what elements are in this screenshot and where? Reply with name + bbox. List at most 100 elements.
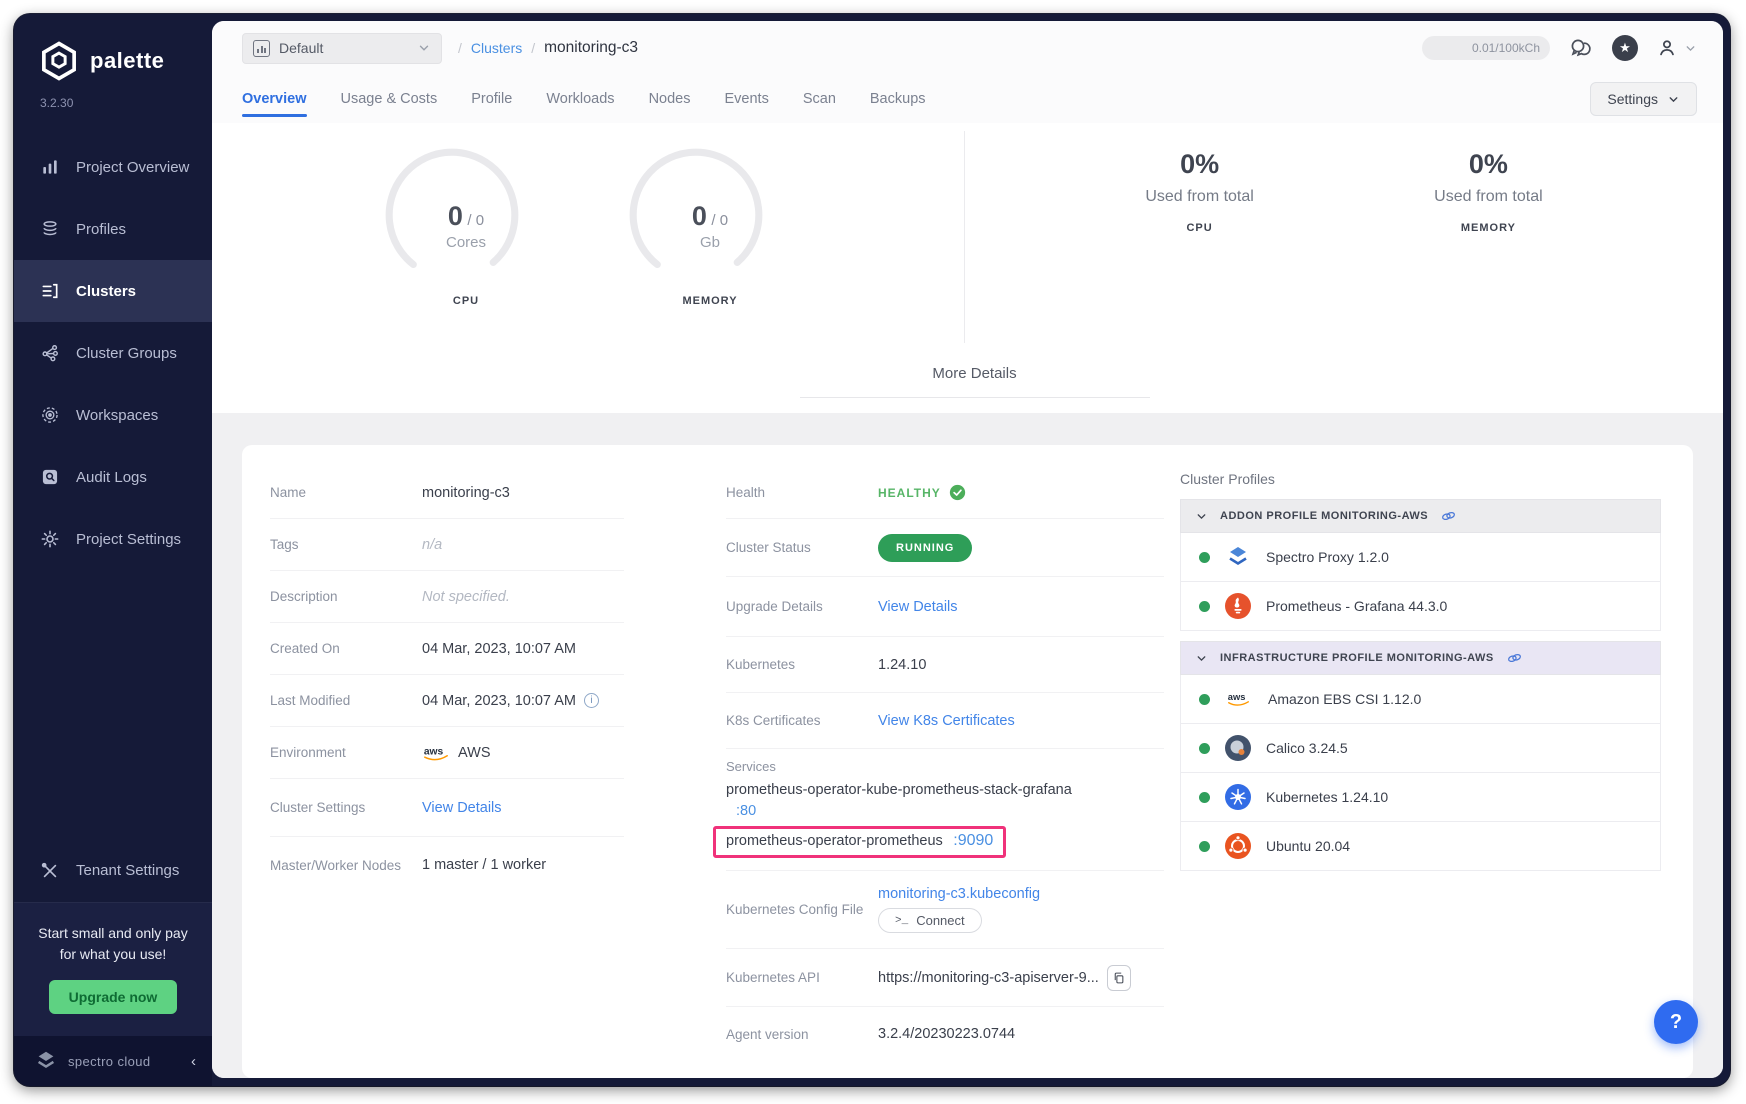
profile-item-calico[interactable]: Calico 3.24.5 — [1180, 724, 1661, 773]
nodes-value: 1 master / 1 worker — [422, 857, 546, 873]
row-label: K8s Certificates — [726, 713, 878, 728]
details-middle-column: Health HEALTHY Cluster Status RUNNING Up… — [634, 467, 1164, 1058]
sidebar-item-tenant-settings[interactable]: Tenant Settings — [14, 840, 212, 902]
sidebar-item-workspaces[interactable]: Workspaces — [14, 384, 212, 446]
environment-value: AWS — [458, 745, 491, 761]
profile-group-label: ADDON PROFILE MONITORING-AWS — [1220, 510, 1428, 522]
breadcrumb-separator: / — [531, 40, 535, 56]
upgrade-now-button[interactable]: Upgrade now — [49, 980, 178, 1014]
app-window: palette 3.2.30 Project Overview Profiles… — [14, 14, 1730, 1086]
gauge-unit: Cores — [376, 234, 556, 251]
kubernetes-version-value: 1.24.10 — [878, 657, 926, 673]
tab-usage-costs[interactable]: Usage & Costs — [341, 75, 438, 123]
profile-item-name: Calico 3.24.5 — [1266, 740, 1348, 756]
more-details-button[interactable]: More Details — [932, 365, 1016, 382]
service-port-link[interactable]: :80 — [736, 803, 756, 819]
settings-button[interactable]: Settings — [1590, 82, 1697, 116]
kubernetes-api-value: https://monitoring-c3-apiserver-9... — [878, 970, 1099, 986]
brand: palette — [14, 14, 212, 82]
aws-icon: aws — [1225, 689, 1253, 709]
row-label: Kubernetes API — [726, 970, 878, 985]
row-label: Kubernetes Config File — [726, 902, 878, 917]
description-value: Not specified. — [422, 589, 510, 605]
profile-item-spectro-proxy[interactable]: Spectro Proxy 1.2.0 — [1180, 533, 1661, 582]
main-area: Default / Clusters / monitoring-c3 0.01/… — [212, 21, 1723, 1078]
status-dot-icon — [1199, 552, 1210, 563]
upgrade-details-link[interactable]: View Details — [878, 599, 958, 615]
connect-button[interactable]: >_ Connect — [878, 908, 982, 933]
sidebar-item-clusters[interactable]: Clusters — [14, 260, 212, 322]
collapse-sidebar-icon[interactable]: ‹ — [191, 1053, 196, 1070]
tab-backups[interactable]: Backups — [870, 75, 926, 123]
services-block: Services prometheus-operator-kube-promet… — [726, 749, 1164, 871]
chevron-down-icon — [417, 41, 431, 55]
profile-item-kubernetes[interactable]: Kubernetes 1.24.10 — [1180, 773, 1661, 822]
user-menu[interactable] — [1656, 37, 1697, 59]
breadcrumb-current: monitoring-c3 — [544, 39, 638, 57]
sidebar-item-cluster-groups[interactable]: Cluster Groups — [14, 322, 212, 384]
settings-button-label: Settings — [1607, 91, 1658, 107]
upgrade-promo: Start small and only pay for what you us… — [14, 902, 212, 1036]
chevron-down-icon — [1195, 510, 1208, 523]
profile-group-label: INFRASTRUCTURE PROFILE MONITORING-AWS — [1220, 652, 1494, 664]
copy-button[interactable] — [1107, 965, 1131, 991]
sidebar-item-label: Audit Logs — [76, 469, 147, 486]
usage-caption: CPU — [1145, 222, 1253, 234]
usage-caption: MEMORY — [1434, 222, 1542, 234]
usage-stats: 0% Used from total CPU 0% Used from tota… — [965, 123, 1723, 351]
layers-icon — [40, 219, 60, 239]
project-selector[interactable]: Default — [242, 33, 442, 64]
profile-item-ubuntu[interactable]: Ubuntu 20.04 — [1180, 822, 1661, 871]
whats-new-button[interactable]: ★ — [1612, 35, 1638, 61]
tab-nodes[interactable]: Nodes — [649, 75, 691, 123]
detail-row-cluster-settings: Cluster Settings View Details — [270, 779, 624, 837]
clusters-list-icon — [40, 281, 60, 301]
profile-item-prometheus-grafana[interactable]: Prometheus - Grafana 44.3.0 — [1180, 582, 1661, 631]
star-icon: ★ — [1612, 35, 1638, 61]
profile-item-amazon-ebs-csi[interactable]: aws Amazon EBS CSI 1.12.0 — [1180, 675, 1661, 724]
breadcrumb-clusters-link[interactable]: Clusters — [471, 40, 522, 56]
tab-scan[interactable]: Scan — [803, 75, 836, 123]
tab-events[interactable]: Events — [724, 75, 768, 123]
section-gap — [212, 413, 1723, 445]
cluster-settings-link[interactable]: View Details — [422, 800, 502, 816]
profile-item-name: Ubuntu 20.04 — [1266, 838, 1350, 854]
sidebar-item-project-settings[interactable]: Project Settings — [14, 508, 212, 570]
tab-profile[interactable]: Profile — [471, 75, 512, 123]
help-button[interactable]: ? — [1654, 1000, 1698, 1044]
topbar: Default / Clusters / monitoring-c3 0.01/… — [212, 21, 1723, 75]
sidebar-item-label: Project Overview — [76, 159, 189, 176]
usage-percent: 0% — [1434, 149, 1542, 180]
connect-button-label: Connect — [916, 913, 964, 928]
svg-text:aws: aws — [1228, 692, 1246, 702]
sidebar-footer: spectro cloud ‹ — [14, 1036, 212, 1086]
info-icon[interactable]: i — [584, 693, 599, 708]
gauge-value: 0 / 0 Cores — [376, 201, 556, 251]
gauge-value: 0 / 0 Gb — [620, 201, 800, 251]
service-port-link[interactable]: :9090 — [953, 832, 993, 849]
sidebar-item-label: Profiles — [76, 221, 126, 238]
status-dot-icon — [1199, 694, 1210, 705]
tab-overview[interactable]: Overview — [242, 75, 307, 123]
sidebar: palette 3.2.30 Project Overview Profiles… — [14, 14, 212, 1086]
tab-workloads[interactable]: Workloads — [546, 75, 614, 123]
breadcrumb-separator: / — [458, 40, 462, 56]
sidebar-item-profiles[interactable]: Profiles — [14, 198, 212, 260]
row-label: Health — [726, 485, 878, 500]
detail-row-tags: Tags n/a — [270, 519, 624, 571]
gauge-total: 0 — [476, 212, 484, 229]
profile-item-name: Prometheus - Grafana 44.3.0 — [1266, 598, 1447, 614]
service-name: prometheus-operator-prometheus — [726, 833, 943, 849]
sidebar-item-project-overview[interactable]: Project Overview — [14, 136, 212, 198]
detail-row-name: Name monitoring-c3 — [270, 467, 624, 519]
sidebar-item-audit-logs[interactable]: Audit Logs — [14, 446, 212, 508]
gauge-divider: / — [711, 212, 715, 229]
chat-button[interactable] — [1568, 36, 1594, 60]
kubeconfig-file-link[interactable]: monitoring-c3.kubeconfig — [878, 886, 1040, 902]
memory-usage-stat: 0% Used from total MEMORY — [1434, 149, 1542, 351]
k8s-certificates-link[interactable]: View K8s Certificates — [878, 713, 1015, 729]
infrastructure-profile-header[interactable]: INFRASTRUCTURE PROFILE MONITORING-AWS — [1180, 641, 1661, 675]
aws-icon: aws — [422, 743, 450, 762]
more-details-row: More Details — [212, 351, 1723, 413]
addon-profile-header[interactable]: ADDON PROFILE MONITORING-AWS — [1180, 499, 1661, 533]
